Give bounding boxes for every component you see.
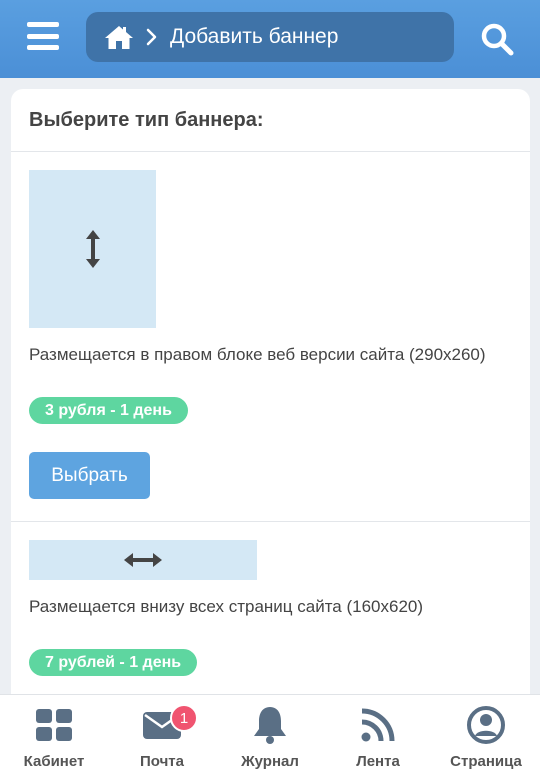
nav-item-mail[interactable]: 1 Почта [108, 695, 216, 779]
vertical-arrows-icon [85, 230, 100, 268]
option-description: Размещается внизу всех страниц сайта (16… [29, 597, 424, 616]
banner-type-card: Выберите тип баннера: Размещается в прав… [11, 89, 530, 709]
nav-item-feed[interactable]: Лента [324, 695, 432, 779]
search-icon[interactable] [480, 22, 514, 56]
rss-icon [358, 705, 398, 745]
bell-icon [250, 705, 290, 745]
banner-preview-vertical [29, 170, 156, 328]
nav-item-cabinet[interactable]: Кабинет [0, 695, 108, 779]
grid-icon [34, 705, 74, 745]
nav-label: Лента [356, 753, 400, 770]
home-icon[interactable] [104, 24, 134, 50]
menu-icon[interactable] [27, 22, 59, 50]
nav-label: Почта [140, 753, 184, 770]
nav-label: Кабинет [23, 753, 85, 770]
nav-label: Журнал [241, 753, 299, 770]
price-badge: 7 рублей - 1 день [29, 649, 198, 676]
nav-label: Страница [450, 753, 522, 770]
price-badge: 3 рубля - 1 день [29, 397, 188, 424]
bottom-navigation: Кабинет 1 Почта Журнал Лента Страница [0, 694, 540, 779]
top-bar: Добавить баннер [0, 0, 540, 78]
user-icon [466, 705, 506, 745]
banner-preview-horizontal [29, 540, 257, 580]
divider [11, 151, 530, 152]
select-button[interactable]: Выбрать [29, 452, 150, 499]
option-description: Размещается в правом блоке веб версии са… [29, 345, 486, 364]
card-title: Выберите тип баннера: [29, 109, 264, 131]
nav-item-page[interactable]: Страница [432, 695, 540, 779]
horizontal-arrows-icon [124, 553, 162, 567]
breadcrumb-current: Добавить баннер [170, 25, 339, 48]
breadcrumb: Добавить баннер [86, 12, 454, 62]
divider [11, 521, 530, 522]
chevron-right-icon [146, 27, 160, 47]
nav-item-journal[interactable]: Журнал [216, 695, 324, 779]
notification-badge: 1 [170, 704, 198, 732]
